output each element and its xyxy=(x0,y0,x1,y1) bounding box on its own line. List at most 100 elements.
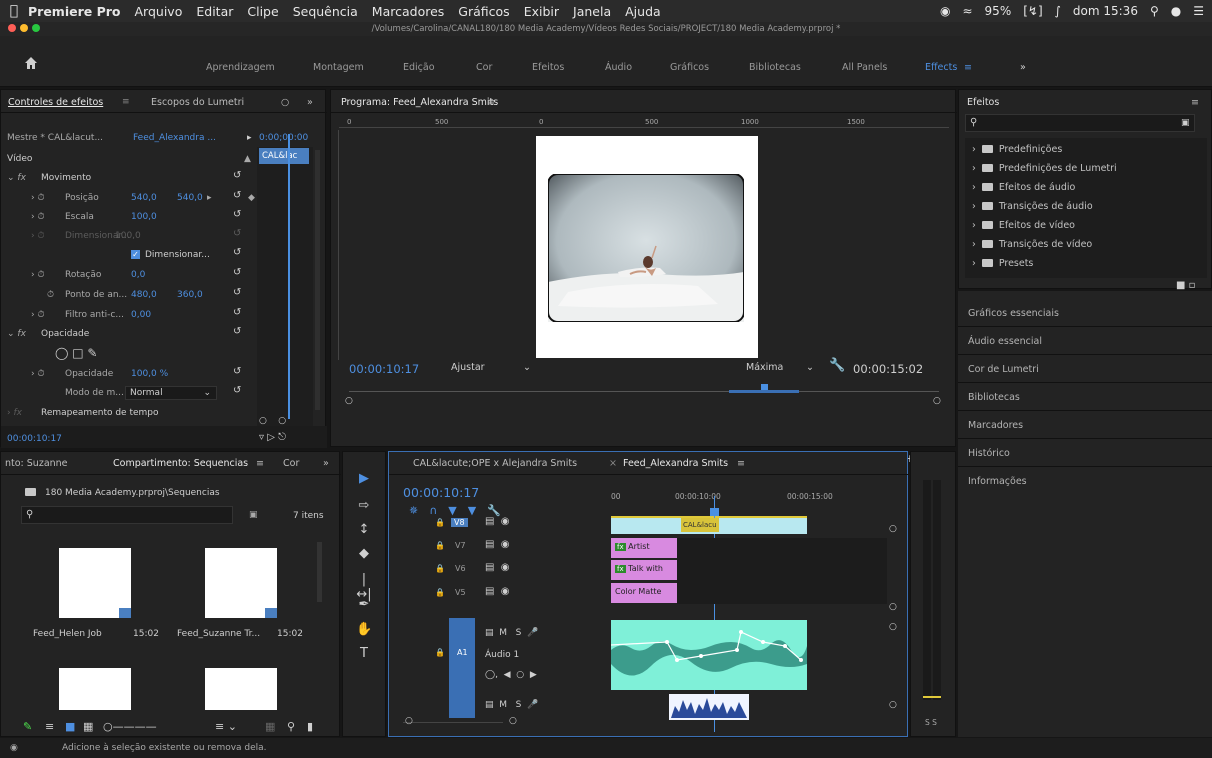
siri-icon[interactable]: ● xyxy=(1171,4,1181,18)
stopwatch-scale-icon[interactable]: › ⏱ xyxy=(31,212,44,222)
icon-view-icon[interactable]: ■ xyxy=(65,720,75,733)
workspace-assembly[interactable]: Montagem xyxy=(313,62,364,73)
clip-artist[interactable]: fx Artist xyxy=(611,538,677,558)
tab-effect-controls[interactable]: Controles de efeitos xyxy=(8,97,103,108)
find-icon[interactable]: ⚲ xyxy=(287,720,295,733)
effects-folder-presets[interactable]: › Predefinições xyxy=(972,144,1062,155)
zoom-handle-right[interactable]: ○ xyxy=(933,396,941,406)
track-a1[interactable]: A1 xyxy=(457,648,468,657)
tab-project[interactable]: nto: Suzanne xyxy=(5,458,68,469)
menu-view[interactable]: Exibir xyxy=(524,4,559,19)
panel-options-icon[interactable]: ○ xyxy=(281,97,289,108)
ec-zoom-handles[interactable]: ○ ○ xyxy=(259,416,286,426)
opacity-value[interactable]: 100,0 % xyxy=(131,369,168,379)
zoom-handle[interactable]: ○ xyxy=(889,524,897,534)
keyframe-icon[interactable]: ◆ xyxy=(248,193,255,203)
reset-blend-icon[interactable]: ↺ xyxy=(233,385,241,396)
new-bin-from-search-icon[interactable]: ▣ xyxy=(249,510,258,520)
clock[interactable]: dom 15:36 xyxy=(1073,4,1138,18)
timeline-ruler[interactable]: 00 00:00:10:00 00:00:15:00 xyxy=(611,478,889,519)
workspace-learning[interactable]: Aprendizagem xyxy=(206,62,275,73)
reset-anchor-icon[interactable]: ↺ xyxy=(233,287,241,298)
effects-folder-audio-transitions[interactable]: › Transições de áudio xyxy=(972,201,1093,212)
sequence-name[interactable]: Feed_Suzanne Tr... xyxy=(177,629,260,639)
keyframe-nav-icon[interactable]: ▸ xyxy=(207,193,212,203)
menu-app[interactable]: Premiere Pro xyxy=(28,4,121,19)
play-only-icon[interactable]: ▸ xyxy=(247,133,252,143)
clip-color-matte[interactable]: Color Matte xyxy=(611,583,677,603)
position-y-value[interactable]: 540,0 xyxy=(177,193,203,203)
menu-icon[interactable]: ≡ xyxy=(122,97,130,107)
program-scrubber[interactable] xyxy=(349,382,939,396)
h-scroll-handle[interactable]: ○ xyxy=(405,716,413,726)
audio-clip-waveform[interactable] xyxy=(611,620,807,690)
reset-flicker-icon[interactable]: ↺ xyxy=(233,307,241,318)
track-v8[interactable]: V8 xyxy=(451,518,468,527)
program-monitor-title[interactable]: Programa: Feed_Alexandra Smits xyxy=(341,97,498,108)
menu-window[interactable]: Janela xyxy=(573,4,611,19)
fx-time-remap-toggle-icon[interactable]: › fx xyxy=(7,408,22,418)
lock-icon[interactable]: 🔒 xyxy=(435,648,445,657)
workspace-effects[interactable]: Efeitos xyxy=(532,62,564,73)
new-item-icon[interactable]: ▮ xyxy=(307,720,313,733)
new-preset-bin-icon[interactable]: ▣ xyxy=(1181,118,1190,128)
zoom-window-button[interactable] xyxy=(32,24,40,32)
sequence-thumbnail[interactable] xyxy=(205,668,277,710)
anchor-x-value[interactable]: 480,0 xyxy=(131,290,157,300)
track-v5[interactable]: V5 xyxy=(455,588,466,597)
menu-help[interactable]: Ajuda xyxy=(625,4,661,19)
effects-folder-video-effects[interactable]: › Efeitos de vídeo xyxy=(972,220,1075,231)
workspace-editing[interactable]: Edição xyxy=(403,62,435,73)
menu-markers[interactable]: Marcadores xyxy=(372,4,445,19)
ec-clip-bar[interactable]: CAL&lac xyxy=(259,148,309,164)
audio-clip-2[interactable] xyxy=(669,694,749,720)
sequence-thumbnail[interactable] xyxy=(59,548,131,618)
reset-opacity-section-icon[interactable]: ↺ xyxy=(233,326,241,337)
tab-bin[interactable]: Compartimento: Sequencias xyxy=(113,458,248,469)
reset-scale-icon[interactable]: ↺ xyxy=(233,209,241,220)
clip-v8[interactable]: CAL&lacu xyxy=(611,518,807,534)
reset-opacity-icon[interactable]: ↺ xyxy=(233,366,241,377)
master-clip-label[interactable]: Mestre * CAL&lacut... xyxy=(7,133,103,143)
program-frame[interactable] xyxy=(536,136,758,358)
spotlight-icon[interactable]: ⚲ xyxy=(1150,4,1159,18)
fx-opacity-toggle-icon[interactable]: ⌄ fx xyxy=(7,329,26,339)
effects-menu-icon[interactable]: ≡ xyxy=(1191,97,1199,108)
timeline-playhead-head[interactable] xyxy=(710,508,719,516)
sort-icon[interactable]: ≡ ⌄ xyxy=(215,720,237,733)
type-tool-icon[interactable]: T xyxy=(356,646,372,661)
mask-shape-icons[interactable]: ◯ □ ✎ xyxy=(55,346,97,360)
stopwatch-flicker-icon[interactable]: › ⏱ xyxy=(31,310,44,320)
keyframe-nav-icons[interactable]: ◯, ◀ ○ ▶ xyxy=(485,670,537,680)
uniform-scale-checkbox[interactable]: ✓ xyxy=(131,250,140,260)
menu-edit[interactable]: Editar xyxy=(196,4,233,19)
stopwatch-anchor-icon[interactable]: ⏱ xyxy=(47,290,54,300)
apple-icon[interactable]:  xyxy=(0,3,28,19)
wifi-icon[interactable]: ≈ xyxy=(962,4,972,18)
selection-tool-icon[interactable]: ▶ xyxy=(356,471,372,486)
h-scroll-handle[interactable]: ○ xyxy=(509,716,517,726)
fx-toggle-icon[interactable]: ⌄ fx xyxy=(7,173,26,183)
blend-mode-dropdown[interactable]: Normal ⌄ xyxy=(125,386,217,400)
panel-lumetri-color[interactable]: Cor de Lumetri xyxy=(968,364,1039,375)
menu-sequence[interactable]: Sequência xyxy=(293,4,358,19)
flicker-value[interactable]: 0,00 xyxy=(131,310,151,320)
track-v7[interactable]: V7 xyxy=(455,541,466,550)
track-select-tool-icon[interactable]: ⇨ xyxy=(356,498,372,513)
automate-icon[interactable]: ▦ xyxy=(265,720,275,733)
tab-sequence-calliope[interactable]: CAL&lacute;OPE x Alejandra Smits xyxy=(413,458,577,469)
panel-essential-graphics[interactable]: Gráficos essenciais xyxy=(968,308,1059,319)
lock-icon[interactable]: 🔒 xyxy=(435,564,445,573)
timeline-timecode[interactable]: 00:00:10:17 xyxy=(403,485,479,500)
close-window-button[interactable] xyxy=(8,24,16,32)
workspace-graphics[interactable]: Gráficos xyxy=(670,62,709,73)
project-search-input[interactable]: ⚲ xyxy=(21,506,233,524)
position-x-value[interactable]: 540,0 xyxy=(131,193,157,203)
panel-info[interactable]: Informações xyxy=(968,476,1027,487)
bluetooth-icon[interactable]: ∫ xyxy=(1055,4,1061,18)
hand-tool-icon[interactable]: ✋ xyxy=(356,622,372,637)
sequence-thumbnail[interactable] xyxy=(205,548,277,618)
battery-icon[interactable]: [↯] xyxy=(1023,4,1042,18)
pencil-icon[interactable]: ✎ xyxy=(23,720,32,733)
project-scrollbar[interactable] xyxy=(317,542,322,602)
